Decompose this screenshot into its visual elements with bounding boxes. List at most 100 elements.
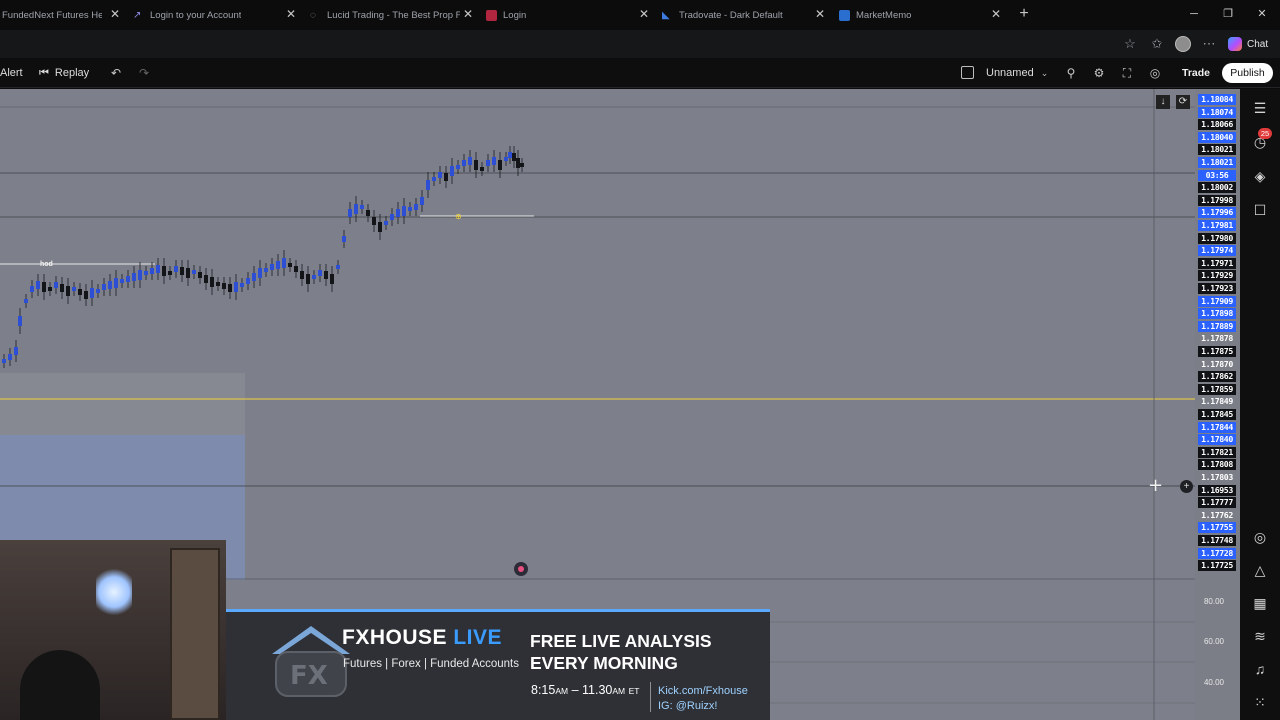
candle-body xyxy=(486,160,490,166)
triangle-indicator-icon[interactable]: △ xyxy=(1251,561,1269,579)
apps-grid-icon[interactable]: ⁙ xyxy=(1251,693,1269,711)
close-tab-icon[interactable]: ✕ xyxy=(989,7,1003,21)
bell-icon[interactable]: ♫ xyxy=(1251,660,1269,678)
more-menu-icon[interactable]: ⋯ xyxy=(1201,36,1217,52)
close-window-icon[interactable]: ✕ xyxy=(1255,7,1269,21)
candle-body xyxy=(318,270,322,276)
price-label: 1.17875 xyxy=(1198,346,1236,357)
close-tab-icon[interactable]: ✕ xyxy=(813,7,827,21)
price-label: 1.17998 xyxy=(1198,194,1236,206)
close-tab-icon[interactable]: ✕ xyxy=(108,7,122,21)
restore-icon[interactable]: ❐ xyxy=(1221,7,1235,21)
price-label: 1.17971 xyxy=(1198,257,1236,269)
undo-icon[interactable]: ↶ xyxy=(108,65,124,81)
favorites-icon[interactable]: ✩ xyxy=(1149,36,1165,52)
candle-body xyxy=(126,276,130,282)
price-label: 1.17762 xyxy=(1201,509,1233,520)
price-label: 1.18066 xyxy=(1198,119,1236,131)
price-label: 1.17844 xyxy=(1198,421,1236,433)
trade-button[interactable]: Trade xyxy=(1175,63,1217,83)
price-label: 03:56 xyxy=(1198,169,1236,181)
screen: FundedNext Futures Help ✕ ↗ Login to you… xyxy=(0,0,1280,720)
candle-body xyxy=(150,268,154,274)
candle-body xyxy=(228,284,232,292)
camera-snapshot-icon[interactable]: ◎ xyxy=(1147,65,1163,81)
calendar-icon[interactable]: ▦ xyxy=(1251,594,1269,612)
replay-button[interactable]: ⏮ Replay xyxy=(39,58,89,88)
browser-tab[interactable]: MarketMemo xyxy=(839,0,989,30)
candle-body xyxy=(294,266,298,272)
redo-icon[interactable]: ↷ xyxy=(136,65,152,81)
session-time: 8:15AM – 11.30AM ET xyxy=(531,683,640,697)
price-label: 1.17728 xyxy=(1198,547,1236,559)
close-tab-icon[interactable]: ✕ xyxy=(461,7,475,21)
copilot-chat-button[interactable]: Chat xyxy=(1228,35,1268,53)
close-tab-icon[interactable]: ✕ xyxy=(284,7,298,21)
price-label: 1.17981 xyxy=(1198,220,1236,231)
candle-body xyxy=(240,283,244,287)
tradovate-favicon-icon: ◣ xyxy=(662,9,670,21)
browser-tab[interactable]: Login xyxy=(486,0,636,30)
door xyxy=(170,548,220,720)
candle-body xyxy=(132,273,136,281)
brand-tagline: Futures | Forex | Funded Accounts xyxy=(343,658,520,670)
price-label: 1.17974 xyxy=(1198,245,1236,257)
browser-tab[interactable]: ↗ Login to your Account xyxy=(133,0,283,30)
candle-body xyxy=(14,347,18,355)
candle-body xyxy=(438,172,442,178)
close-tab-icon[interactable]: ✕ xyxy=(637,7,651,21)
candle-body xyxy=(520,163,524,167)
browser-tab[interactable]: ◌ Lucid Trading - The Best Prop Firm xyxy=(310,0,460,30)
add-level-icon[interactable]: + xyxy=(1180,480,1193,493)
candle-body xyxy=(282,258,286,268)
chart-sync-icon[interactable]: ⟳ xyxy=(1176,95,1190,109)
fullscreen-icon[interactable]: ⛶ xyxy=(1119,65,1135,81)
chat-bubble-icon[interactable]: ☐ xyxy=(1251,201,1269,219)
banner-divider xyxy=(650,682,651,712)
alert-button[interactable]: Alert xyxy=(0,58,23,88)
watchlist-icon[interactable]: ☰ xyxy=(1251,99,1269,117)
target-icon[interactable]: ◎ xyxy=(1251,528,1269,546)
candle-body xyxy=(168,271,172,275)
promo-banner: FX FXHOUSE LIVE Futures | Forex | Funded… xyxy=(226,609,770,720)
candle-body xyxy=(456,165,460,169)
candle-body xyxy=(72,287,76,291)
new-tab-icon[interactable]: + xyxy=(1015,5,1033,23)
candle-body xyxy=(138,270,142,280)
profile-avatar[interactable] xyxy=(1175,36,1191,52)
candle-body xyxy=(300,271,304,279)
settings-gear-icon[interactable]: ⚙ xyxy=(1091,65,1107,81)
replay-icon: ⏮ xyxy=(39,66,49,79)
scroll-to-latest-icon[interactable]: ↓ xyxy=(1156,95,1170,109)
signal-icon[interactable]: ≋ xyxy=(1251,627,1269,645)
bookmark-star-icon[interactable]: ☆ xyxy=(1122,36,1138,52)
browser-tab[interactable]: ◣ Tradovate - Dark Default xyxy=(662,0,812,30)
layout-checkbox[interactable] xyxy=(961,66,974,79)
price-label: 1.18021 xyxy=(1198,157,1236,168)
candle-body xyxy=(378,222,382,232)
candle-body xyxy=(354,204,358,214)
layout-name-dropdown[interactable]: Unnamed ⌄ xyxy=(986,58,1048,88)
candle-body xyxy=(468,157,472,165)
candle-body xyxy=(408,207,412,211)
candle-body xyxy=(90,288,94,298)
candle-body xyxy=(102,284,106,290)
indicator-tick-label: 60.00 xyxy=(1203,637,1224,646)
candle-body xyxy=(42,282,46,292)
layout-name: Unnamed xyxy=(986,67,1034,79)
crosshair-cursor-icon: + xyxy=(1148,475,1163,496)
browser-tab[interactable]: FundedNext Futures Help xyxy=(2,0,102,30)
candle-body xyxy=(192,270,196,274)
candle-body xyxy=(390,214,394,220)
layers-icon[interactable]: ◈ xyxy=(1251,167,1269,185)
login-favicon-icon xyxy=(486,9,497,21)
price-label: 1.17808 xyxy=(1198,459,1236,471)
quick-search-icon[interactable]: ⚲ xyxy=(1063,65,1079,81)
candle-body xyxy=(414,204,418,210)
candle-body xyxy=(396,209,400,217)
minimize-icon[interactable]: ─ xyxy=(1187,7,1201,21)
publish-button[interactable]: Publish xyxy=(1222,63,1273,83)
chair xyxy=(20,650,100,720)
candlestick-series xyxy=(2,146,524,368)
candle-body xyxy=(2,359,6,363)
